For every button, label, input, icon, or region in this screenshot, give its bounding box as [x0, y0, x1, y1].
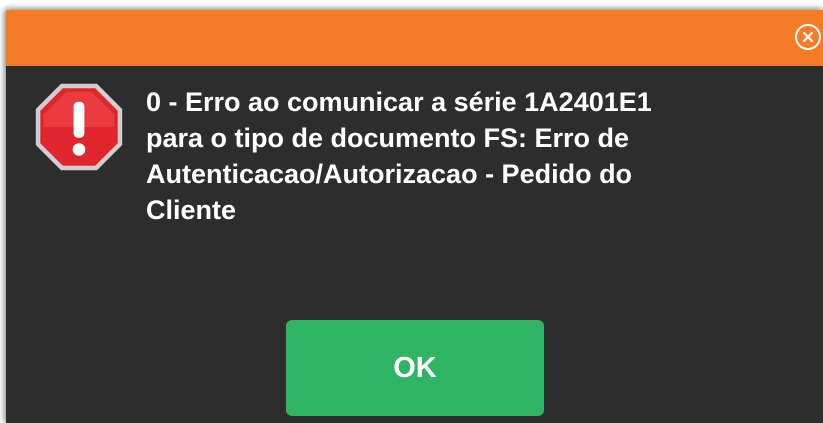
error-message: 0 - Erro ao comunicar a série 1A2401E1 p…	[146, 87, 652, 225]
dialog-title-bar	[6, 10, 823, 66]
close-button[interactable]	[795, 24, 821, 50]
error-stop-icon	[35, 83, 123, 171]
ok-button[interactable]: OK	[286, 320, 544, 416]
error-dialog: 0 - Erro ao comunicar a série 1A2401E1 p…	[6, 10, 823, 423]
close-icon	[803, 32, 813, 42]
